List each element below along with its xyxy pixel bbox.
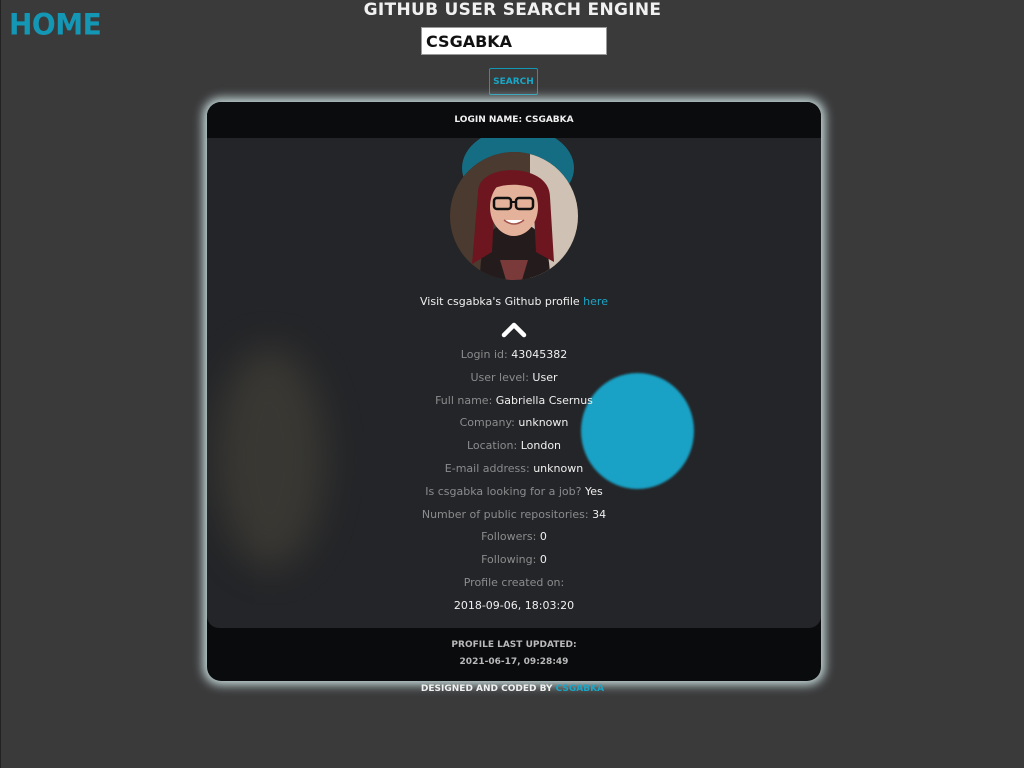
detail-value: 34 bbox=[592, 507, 607, 521]
detail-label: Followers: bbox=[481, 530, 537, 544]
last-updated-value: 2021-06-17, 09:28:49 bbox=[459, 657, 569, 667]
detail-email: E-mail address: unknown bbox=[207, 458, 821, 481]
page: HOME GITHUB USER SEARCH ENGINE SEARCH LO… bbox=[0, 0, 1024, 768]
detail-value: Yes bbox=[584, 484, 603, 498]
detail-full-name: Full name: Gabriella Csernus bbox=[207, 390, 821, 413]
detail-value: 43045382 bbox=[511, 348, 568, 361]
login-name-header: LOGIN NAME: CSGABKA bbox=[207, 102, 821, 138]
search-input[interactable] bbox=[421, 27, 607, 55]
detail-login-id: Login id: 43045382 bbox=[207, 344, 821, 367]
detail-label: Login id: bbox=[460, 348, 508, 361]
detail-value: User bbox=[532, 370, 558, 384]
detail-label: Number of public repositories: bbox=[421, 507, 589, 521]
detail-label: E-mail address: bbox=[444, 461, 530, 475]
author-link[interactable]: CSGABKA bbox=[556, 684, 604, 694]
detail-followers: Followers: 0 bbox=[207, 526, 821, 549]
detail-value: London bbox=[520, 439, 562, 453]
detail-value: 0 bbox=[539, 553, 547, 567]
detail-following: Following: 0 bbox=[207, 549, 821, 572]
avatar bbox=[450, 152, 578, 280]
profile-body: Visit csgabka's Github profile here Logi… bbox=[207, 138, 821, 628]
chevron-up-icon[interactable] bbox=[501, 320, 527, 338]
detail-location: Location: London bbox=[207, 435, 821, 458]
profile-card: LOGIN NAME: CSGABKA Visit csgabka's Gith… bbox=[207, 102, 821, 681]
last-updated-label: PROFILE LAST UPDATED: bbox=[451, 640, 577, 650]
detail-label: Following: bbox=[481, 553, 537, 567]
github-profile-link[interactable]: here bbox=[583, 295, 608, 308]
detail-label: Company: bbox=[459, 416, 515, 430]
detail-value: unknown bbox=[518, 416, 569, 430]
detail-company: Company: unknown bbox=[207, 412, 821, 435]
detail-label: Profile created on: bbox=[463, 575, 565, 589]
detail-value: Gabriella Csernus bbox=[495, 393, 593, 407]
credit-line: DESIGNED AND CODED BY CSGABKA bbox=[1, 684, 1024, 694]
detail-label: Full name: bbox=[435, 393, 493, 407]
detail-user-level: User level: User bbox=[207, 367, 821, 390]
detail-public-repos: Number of public repositories: 34 bbox=[207, 504, 821, 527]
github-profile-line: Visit csgabka's Github profile here bbox=[207, 295, 821, 308]
visit-text: Visit csgabka's Github profile bbox=[420, 295, 580, 308]
detail-label: User level: bbox=[470, 370, 529, 384]
detail-created-label: Profile created on: bbox=[207, 572, 821, 595]
detail-label: Location: bbox=[466, 439, 518, 453]
page-title: GITHUB USER SEARCH ENGINE bbox=[363, 0, 662, 20]
detail-hireable: Is csgabka looking for a job? Yes bbox=[207, 481, 821, 504]
credit-text: DESIGNED AND CODED BY bbox=[420, 684, 553, 694]
detail-label: Is csgabka looking for a job? bbox=[425, 484, 582, 498]
detail-value: 2018-09-06, 18:03:20 bbox=[453, 598, 575, 612]
profile-details: Login id: 43045382 User level: User Full… bbox=[207, 344, 821, 618]
search-button[interactable]: SEARCH bbox=[489, 68, 538, 95]
detail-value: 0 bbox=[539, 530, 547, 544]
detail-value: unknown bbox=[533, 461, 584, 475]
detail-created-value: 2018-09-06, 18:03:20 bbox=[207, 595, 821, 618]
